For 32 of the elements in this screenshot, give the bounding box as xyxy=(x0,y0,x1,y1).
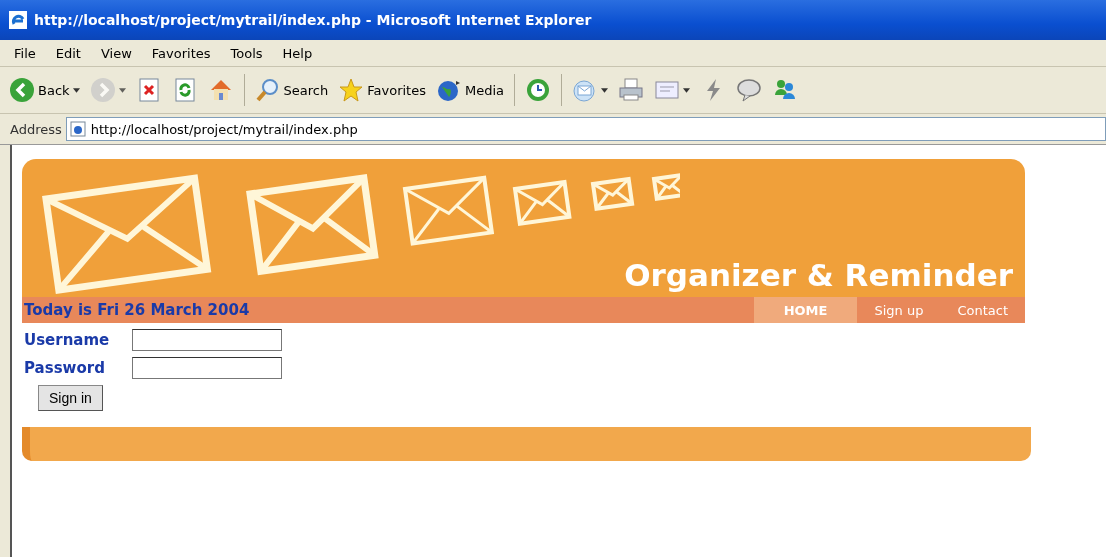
clock-icon xyxy=(525,77,551,103)
toolbar-button[interactable]: Favorites xyxy=(335,75,429,105)
printer-icon xyxy=(618,77,644,103)
menu-item[interactable]: Edit xyxy=(47,45,89,61)
caret-icon xyxy=(72,87,80,93)
address-label: Address xyxy=(10,121,62,137)
toolbar-button[interactable]: Media xyxy=(432,75,507,105)
browser-icon xyxy=(8,10,28,30)
caret-icon xyxy=(683,87,690,93)
menu-item[interactable]: Help xyxy=(274,45,321,61)
input-field[interactable] xyxy=(132,357,282,379)
toolbar-button[interactable]: Back xyxy=(6,75,83,105)
input-field[interactable] xyxy=(132,329,282,351)
caret-icon xyxy=(601,87,608,93)
envelope-icon xyxy=(572,77,598,103)
field-label: Username xyxy=(24,331,111,349)
address-field[interactable]: http://localhost/project/mytrail/index.php xyxy=(65,117,1106,141)
sign-in-button[interactable]: Sign in xyxy=(38,385,103,411)
menu-item[interactable]: Favorites xyxy=(143,45,219,61)
date-text: Today is Fri 26 March 2004 xyxy=(23,301,250,319)
menu-item[interactable]: Tools xyxy=(222,45,271,61)
banner-title: Organizer & Reminder xyxy=(624,257,1014,295)
search-icon xyxy=(254,77,281,103)
star-icon xyxy=(338,77,365,103)
menu-item[interactable]: File xyxy=(6,45,44,61)
field-label: Password xyxy=(24,359,106,377)
window-title: http://localhost/project/mytrail/index.php - Microsoft Internet Explorer xyxy=(34,12,592,28)
toolbar-button[interactable]: Search xyxy=(251,75,332,105)
caret-icon xyxy=(118,87,126,93)
speech-bubble-icon xyxy=(736,77,762,103)
page-icon xyxy=(69,121,86,137)
menu-item[interactable]: View xyxy=(92,45,140,61)
